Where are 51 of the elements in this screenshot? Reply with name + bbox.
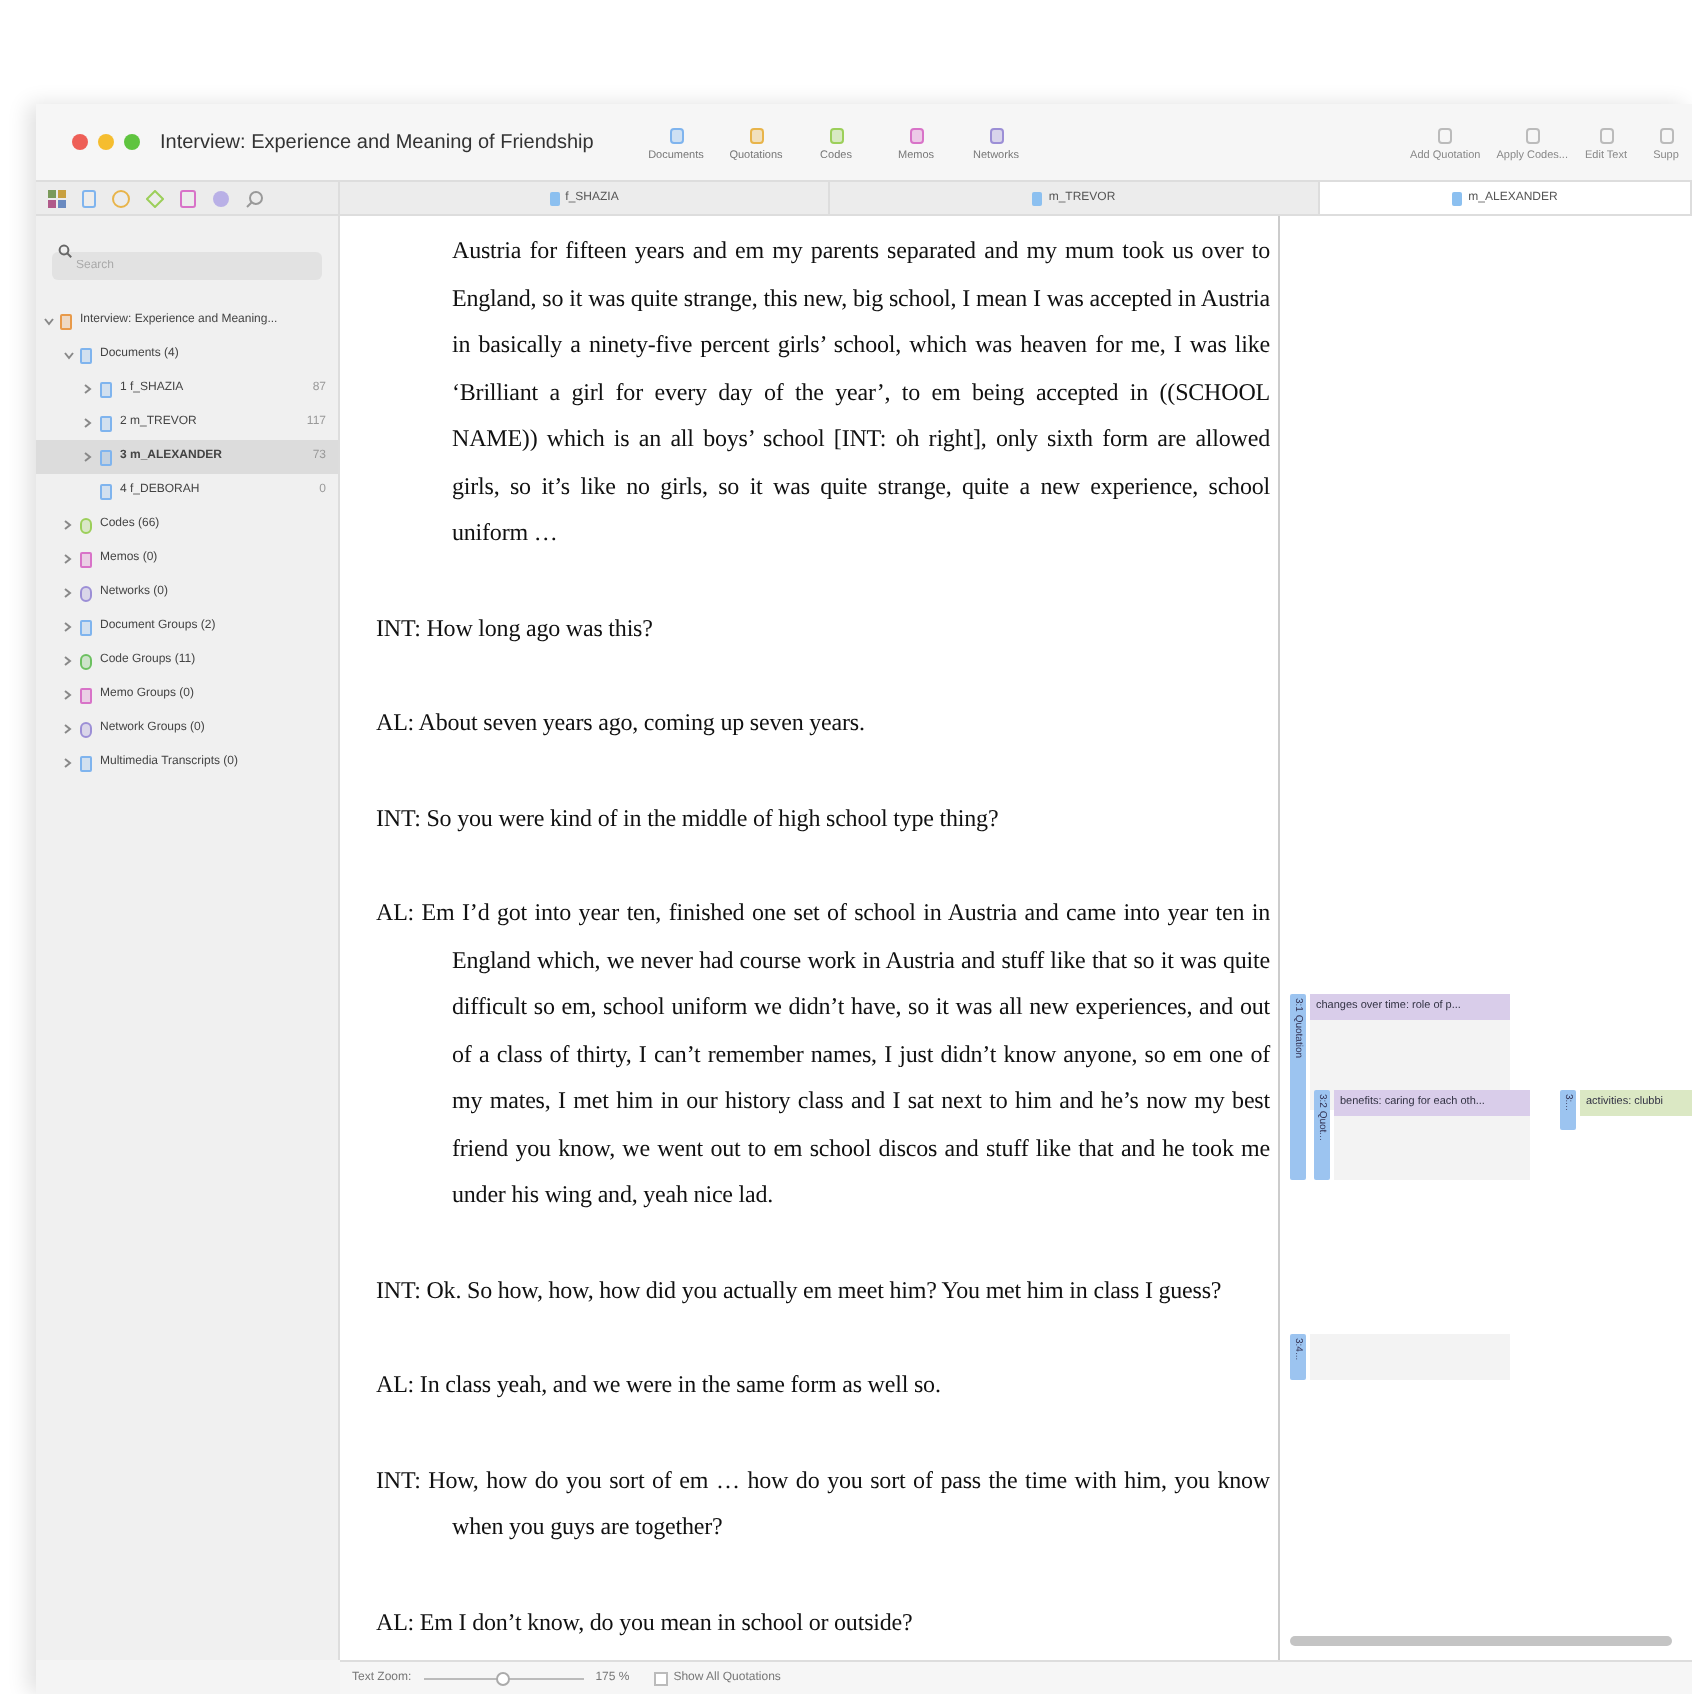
minimize-button[interactable] [98,134,114,150]
zoom-slider[interactable] [423,1670,584,1686]
toolbar-icon [749,127,763,144]
code-icon [80,517,92,533]
transcript-paragraph: AL: Em I’d got into year ten, finished one set of school in Austria and came into year ten in England which, we never had course work in Austria and stuff like that so it was quite difficult so em, school uniform we didn’t have, so it was all new experiences, and out of a class of thirty, I can’t remember names, I just didn’t know anyone, so em one of my mates, I met him in our history class and I sat next to him and he’s now my best friend you know, we went out to em school discos and stuff like that and he took me under his wing and, yeah nice lad. [376,896,1270,1212]
close-button[interactable] [72,134,88,150]
memo-icon[interactable] [180,189,196,207]
toolbar-icon [1599,127,1613,144]
document-icon [100,449,112,465]
quotation-icon[interactable] [112,189,130,207]
toolbar-icon [989,127,1003,144]
search-icon[interactable] [246,189,264,207]
search-icon [58,244,72,258]
network-icon [80,585,92,601]
project-icon [60,313,72,329]
transcript-paragraph: AL: Em I don’t know, do you mean in school or outside? [376,1605,915,1640]
document-icon [100,483,112,499]
transcript-paragraph: INT: Ok. So how, how, how did you actually em meet him? You met him in class I guess? [376,1273,1224,1308]
document-icon [1032,191,1043,205]
scrollbar[interactable] [1290,1636,1672,1646]
transcript-paragraph: INT: How long ago was this? [376,611,655,646]
codegroup-icon [80,653,92,669]
window-title: Interview: Experience and Meaning of Friendship [160,129,596,157]
toolbar-icon [669,127,683,144]
document-icon [80,347,92,363]
expand-icon[interactable] [44,317,60,325]
memo-icon [80,551,92,567]
network-icon [80,721,92,737]
toolbar-icon [1525,127,1540,144]
zoom-button[interactable] [124,134,140,150]
navigator-icon[interactable] [48,189,66,207]
document-icon [549,191,560,205]
transcript-paragraph: AL: About seven years ago, coming up seven years. [376,706,867,740]
document-icon [1452,191,1463,205]
toolbar-icon [829,127,843,144]
document-icon [100,381,112,397]
document-icon [100,415,112,431]
transcript-paragraph: Austria for fifteen years and em my parents separated and my mum took us over to England, so it was quite strange, this new, big school, I mean I was accepted in Austria in basically a ninety-five percent girls’ school, which was heaven for me, I was like ‘Brilliant a girl for every day of the year’, to em being accepted in ((SCHOOL NAME)) which is an all boys’ school [INT: oh right], only sixth form are allowed girls, so it’s like no girls, so it was quite strange, quite a new experience, school uniform … [450,234,1270,550]
toolbar-icon [1659,127,1673,144]
transcript-paragraph: INT: So you were kind of in the middle of high school type thing? [376,801,1001,836]
transcript-paragraph: INT: How, how do you sort of em … how do you sort of pass the time with him, you know when you guys are together? [376,1463,1270,1544]
document-icon [80,619,92,635]
checkbox[interactable] [653,1671,668,1685]
toolbar-icon [1438,127,1453,144]
network-icon[interactable] [212,189,230,207]
memo-icon [80,687,92,703]
transcript-paragraph: AL: In class yeah, and we were in the same form as well so. [376,1368,943,1402]
toolbar-icon [909,127,923,144]
document-icon[interactable] [82,189,96,207]
expand-icon[interactable] [64,351,80,359]
document-icon [80,755,92,771]
